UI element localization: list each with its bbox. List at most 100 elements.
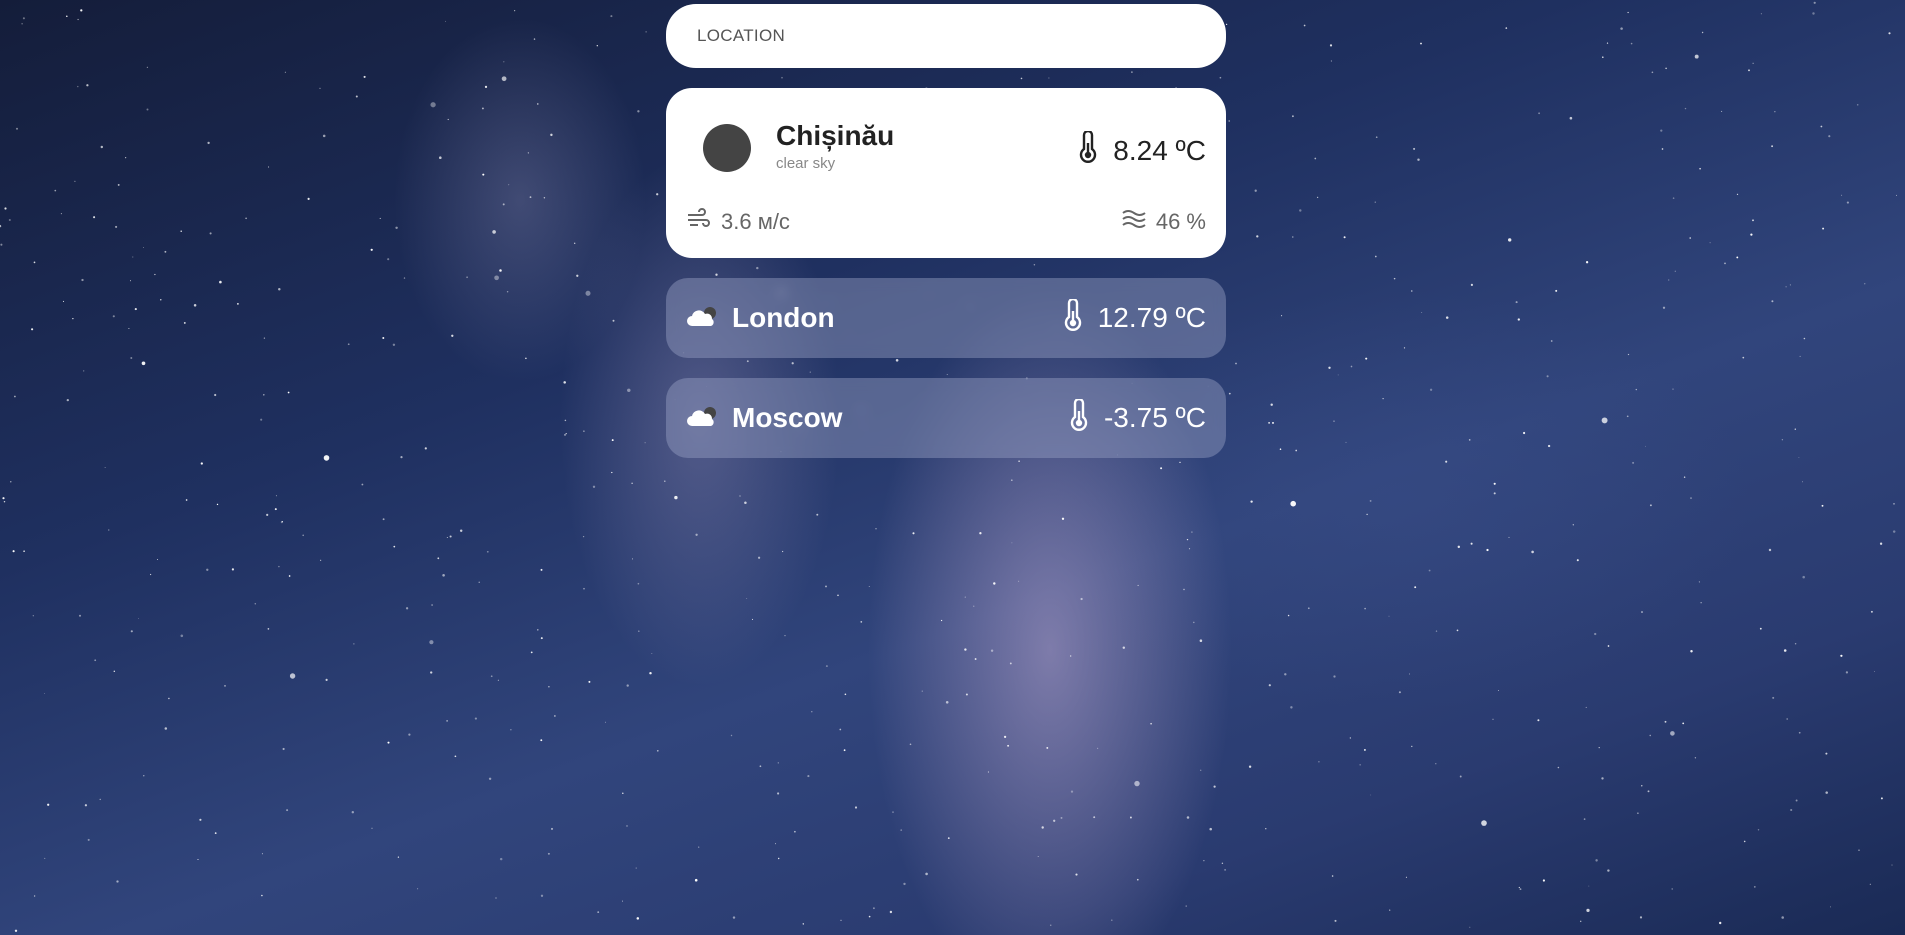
star — [379, 217, 381, 219]
star — [60, 213, 62, 215]
star — [1290, 706, 1293, 709]
star — [759, 765, 762, 768]
star — [1846, 201, 1849, 204]
thermometer-icon — [1077, 129, 1099, 170]
star — [12, 550, 15, 553]
city-row-temperature: -3.75 ºC — [1068, 397, 1206, 438]
star — [540, 637, 543, 640]
star — [1748, 69, 1750, 72]
star — [525, 357, 527, 360]
star — [1018, 460, 1020, 462]
star — [219, 280, 222, 284]
star — [287, 391, 290, 394]
star — [794, 830, 796, 833]
star — [1250, 500, 1253, 503]
star — [1486, 548, 1489, 552]
star — [490, 675, 493, 678]
star — [1429, 388, 1433, 391]
star — [33, 895, 36, 897]
star — [839, 728, 842, 731]
star — [816, 513, 819, 516]
star — [164, 727, 168, 730]
star — [1588, 885, 1590, 887]
star — [612, 319, 615, 322]
star — [1470, 283, 1474, 287]
city-row-name: Moscow — [732, 402, 843, 433]
star — [1586, 908, 1590, 913]
star — [1768, 548, 1772, 552]
star — [1268, 422, 1270, 424]
star — [626, 825, 628, 827]
star — [1781, 439, 1784, 441]
star — [576, 274, 579, 277]
city-row-london[interactable]: London 12.79 ºC — [666, 278, 1226, 358]
star — [1661, 148, 1664, 150]
star — [1359, 764, 1361, 766]
star — [1736, 256, 1739, 259]
star — [1303, 24, 1306, 27]
star — [596, 45, 598, 47]
star — [540, 894, 544, 897]
star — [154, 273, 156, 276]
star — [1328, 366, 1331, 369]
star — [1870, 610, 1873, 613]
star — [825, 585, 827, 588]
star — [529, 196, 532, 198]
star — [564, 419, 567, 422]
star — [260, 418, 263, 421]
star — [1671, 888, 1673, 890]
star — [130, 630, 133, 633]
star — [14, 395, 16, 398]
star — [1701, 31, 1704, 34]
star — [979, 532, 982, 535]
star — [33, 261, 36, 264]
star — [1331, 875, 1334, 877]
star — [610, 15, 613, 18]
city-row-moscow[interactable]: Moscow -3.75 ºC — [666, 378, 1226, 458]
city-row-temperature-value: -3.75 ºC — [1103, 402, 1206, 433]
star — [781, 550, 784, 553]
wind-icon — [686, 208, 721, 236]
star — [1794, 428, 1797, 430]
location-search-bar[interactable] — [666, 4, 1226, 68]
star — [347, 343, 350, 346]
star — [14, 929, 18, 932]
star — [180, 230, 182, 232]
star — [157, 559, 159, 561]
star — [1641, 611, 1643, 613]
star — [1445, 316, 1449, 319]
star — [1413, 147, 1416, 150]
star — [1607, 645, 1610, 647]
star — [54, 189, 57, 192]
star — [129, 280, 132, 282]
star — [502, 203, 505, 206]
star — [451, 334, 454, 337]
star — [739, 495, 741, 497]
star — [1627, 353, 1630, 356]
star — [543, 197, 546, 199]
star — [909, 743, 912, 746]
star — [1018, 580, 1020, 582]
current-weather-card: Chișinău clear sky 8.24 ºC 3.6 м/с 46 % — [666, 88, 1226, 258]
star — [1627, 11, 1629, 14]
star — [1752, 62, 1754, 64]
star — [44, 693, 45, 694]
star — [1061, 517, 1065, 520]
star — [417, 888, 419, 890]
star — [807, 775, 810, 778]
star — [1519, 888, 1522, 891]
star — [501, 76, 507, 82]
star — [351, 811, 354, 814]
star — [1129, 816, 1132, 819]
star — [837, 594, 839, 597]
star — [1651, 71, 1654, 74]
location-search-input[interactable] — [695, 25, 1197, 47]
star — [387, 741, 390, 744]
star — [1802, 481, 1804, 483]
star — [1802, 575, 1805, 579]
star — [564, 434, 566, 436]
star — [168, 697, 170, 700]
star — [1364, 607, 1366, 610]
star — [371, 827, 373, 829]
star — [1786, 718, 1789, 720]
